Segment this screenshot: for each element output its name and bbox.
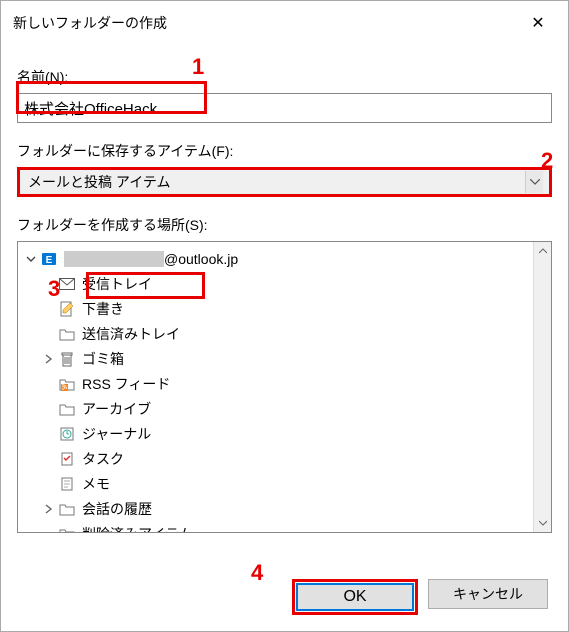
name-input[interactable] [17,93,552,123]
name-label: 名前(N): [17,67,552,87]
type-value: メールと投稿 アイテム [28,172,171,192]
scroll-up-icon[interactable] [534,242,551,260]
trash-icon [58,351,76,367]
tree-item[interactable]: 下書き [20,296,549,321]
tree-item[interactable]: RSS フィード [20,371,549,396]
tree-item[interactable]: 送信済みトレイ [20,321,549,346]
expander-icon[interactable] [42,354,56,364]
svg-text:E: E [46,255,53,266]
cancel-button[interactable]: キャンセル [428,579,548,609]
account-domain: @outlook.jp [164,251,238,267]
tree-account-row[interactable]: E @outlook.jp [20,246,549,271]
ok-highlight: OK [292,579,418,615]
close-button[interactable]: ✕ [518,9,558,37]
task-icon [58,451,76,467]
dialog-title: 新しいフォルダーの作成 [13,13,167,33]
ok-button[interactable]: OK [296,583,414,611]
button-bar: OK キャンセル [1,565,568,631]
dialog-content: 名前(N): フォルダーに保存するアイテム(F): メールと投稿 アイテム フォ… [1,41,568,565]
tree-item[interactable]: タスク [20,446,549,471]
tree-item[interactable]: ゴミ箱 [20,346,549,371]
scroll-down-icon[interactable] [534,514,551,532]
account-name-masked [64,251,164,267]
exchange-icon: E [40,251,58,267]
tree-item[interactable]: 削除済みアイテム [20,521,549,533]
close-icon: ✕ [531,13,544,33]
tree-item-inbox[interactable]: 受信トレイ [20,271,549,296]
titlebar: 新しいフォルダーの作成 ✕ [1,1,568,41]
create-folder-dialog: 新しいフォルダーの作成 ✕ 名前(N): フォルダーに保存するアイテム(F): … [0,0,569,632]
folder-icon [58,401,76,417]
type-combobox[interactable]: メールと投稿 アイテム [17,167,552,197]
mail-icon [58,276,76,292]
tree-item[interactable]: 会話の履歴 [20,496,549,521]
tree-item[interactable]: ジャーナル [20,421,549,446]
chevron-down-icon [525,171,543,193]
folder-tree[interactable]: E @outlook.jp 受信トレイ 下書き [17,241,552,533]
location-label: フォルダーを作成する場所(S): [17,215,552,235]
note-icon [58,476,76,492]
expander-icon[interactable] [24,254,38,264]
scrollbar[interactable] [533,242,551,532]
expander-icon[interactable] [42,504,56,514]
folder-icon [58,326,76,342]
folder-icon [58,501,76,517]
journal-icon [58,426,76,442]
draft-icon [58,301,76,317]
folder-icon [58,526,76,534]
tree-item[interactable]: アーカイブ [20,396,549,421]
rss-icon [58,376,76,392]
type-label: フォルダーに保存するアイテム(F): [17,141,552,161]
tree-item[interactable]: メモ [20,471,549,496]
